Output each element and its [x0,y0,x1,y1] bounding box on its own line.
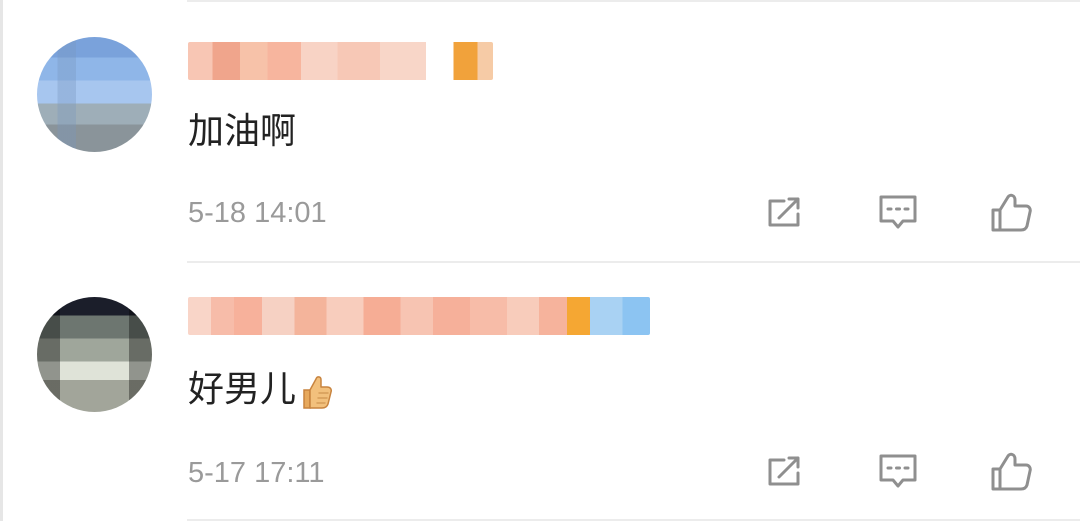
left-edge-divider [0,0,3,521]
comments-page: 加油啊 5-18 14:01 好男儿 5-17 17:11 [0,0,1080,521]
comment-text-content: 好男儿 [188,369,297,410]
comment-timestamp: 5-18 14:01 [188,197,327,229]
comment-text: 加油啊 [188,111,297,152]
username-blurred[interactable] [188,42,493,80]
comment-text: 好男儿 [188,368,334,412]
avatar[interactable] [37,297,152,412]
comment-icon[interactable] [872,187,924,239]
thumbs-up-icon[interactable] [985,187,1037,239]
thumbs-up-icon[interactable] [985,446,1037,498]
share-icon[interactable] [758,187,810,239]
comment-divider [187,261,1080,263]
avatar[interactable] [37,37,152,152]
comment-icon[interactable] [872,446,924,498]
top-divider [187,0,1080,2]
share-icon[interactable] [758,446,810,498]
username-blurred[interactable] [188,297,650,335]
thumbs-up-emoji [296,368,334,412]
comment-timestamp: 5-17 17:11 [188,457,325,489]
